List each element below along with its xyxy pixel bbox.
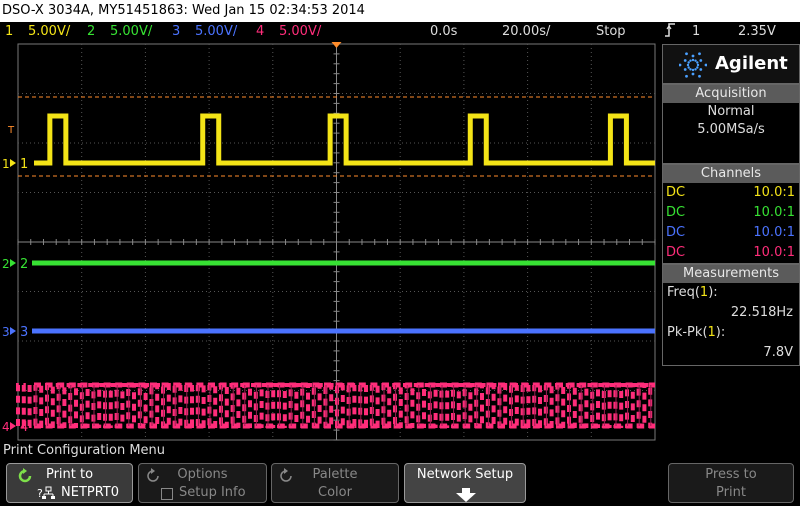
ch2-number: 2 — [87, 24, 96, 39]
pkpk-value: 7.8V — [763, 345, 793, 360]
palette-value: Color — [318, 485, 352, 500]
acquisition-rate: 5.00MSa/s — [697, 122, 765, 137]
acquisition-mode: Normal — [707, 104, 755, 119]
print-to-label: Print to — [45, 467, 94, 482]
ch2-marker: 2 — [2, 257, 10, 271]
ch2-scale: 5.00V/ — [110, 24, 153, 39]
delay-value: 0.0s — [430, 24, 458, 39]
palette-label: Palette — [312, 467, 358, 482]
ch4-coupling: DC — [666, 245, 686, 260]
press-to-print-softkey[interactable]: Press to Print — [668, 463, 794, 503]
press-to-label: Press to — [705, 467, 757, 482]
ch4-marker: 4 — [2, 420, 10, 434]
agilent-spark-logo — [678, 51, 708, 83]
ch2-probe: 10.0:1 — [753, 205, 795, 220]
ch3-marker-label: 3 — [20, 325, 28, 340]
down-arrow-icon — [454, 488, 478, 506]
print-to-value: NETPRT0 — [61, 485, 120, 500]
freq-value-row: 22.518Hz — [663, 303, 799, 323]
menu-title: Print Configuration Menu — [0, 442, 800, 460]
status-bar: 1 5.00V/ 2 5.00V/ 3 5.00V/ 4 5.00V/ 0.0s… — [0, 22, 800, 42]
brand-name: Agilent — [715, 53, 788, 74]
freq-label: Freq — [667, 285, 695, 300]
trigger-source: 1 — [692, 24, 701, 39]
network-icon: ? — [37, 486, 55, 504]
trigger-level-marker: T — [7, 125, 15, 136]
freq-value: 22.518Hz — [730, 305, 793, 320]
graticule-svg: 1 1 2 2 3 3 4 4 T — [0, 42, 660, 442]
ch4-marker-label: 4 — [20, 420, 28, 435]
ch1-marker-label: 1 — [20, 157, 28, 172]
acquisition-box[interactable]: Acquisition Normal 5.00MSa/s — [662, 84, 800, 164]
palette-softkey[interactable]: Palette Color — [271, 463, 399, 503]
measurements-box[interactable]: Measurements Freq(1): 22.518Hz Pk-Pk(1):… — [662, 264, 800, 366]
network-setup-label: Network Setup — [416, 467, 514, 482]
setup-info-checkbox[interactable] — [161, 488, 173, 500]
pkpk-value-row: 7.8V — [663, 343, 799, 363]
ch4-number: 4 — [256, 24, 265, 39]
ch4-scale: 5.00V/ — [279, 24, 322, 39]
ch1-scale: 5.00V/ — [28, 24, 71, 39]
ch3-probe: 10.0:1 — [753, 225, 795, 240]
pkpk-channel: 1 — [707, 325, 716, 340]
title-text: DSO-X 3034A, MY51451863: Wed Jan 15 02:3… — [2, 3, 365, 18]
network-setup-softkey[interactable]: Network Setup — [404, 463, 526, 503]
waveform-display[interactable]: 11 22 33 44 T — [0, 42, 660, 442]
ch1-number: 1 — [5, 24, 14, 39]
channel-row-2: DC 10.0:1 — [663, 203, 799, 223]
channel-row-4: DC 10.0:1 — [663, 243, 799, 263]
channel-row-3: DC 10.0:1 — [663, 223, 799, 243]
options-label: Options — [177, 467, 228, 482]
ch3-coupling: DC — [666, 225, 686, 240]
ch2-marker-label: 2 — [20, 257, 28, 272]
ch1-marker: 1 — [2, 157, 10, 171]
pkpk-label: Pk-Pk — [667, 325, 703, 340]
brand-box: Agilent — [662, 44, 800, 84]
side-panel: Agilent Acquisition Normal 5.00MSa/s Cha… — [660, 42, 800, 442]
measurements-header: Measurements — [663, 265, 799, 283]
channels-header: Channels — [663, 165, 799, 183]
ch3-scale: 5.00V/ — [195, 24, 238, 39]
freq-label-row: Freq(1): — [667, 285, 718, 300]
freq-channel: 1 — [699, 285, 709, 300]
options-softkey[interactable]: Options Setup Info — [138, 463, 267, 503]
print-to-softkey[interactable]: Print to ? NETPRT0 — [6, 463, 133, 503]
ch1-coupling: DC — [666, 185, 686, 200]
acquisition-header: Acquisition — [663, 85, 799, 103]
ch3-marker: 3 — [2, 325, 10, 339]
ch1-probe: 10.0:1 — [753, 185, 795, 200]
run-state: Stop — [596, 24, 626, 39]
channel-row-1: DC 10.0:1 — [663, 183, 799, 203]
timebase-value: 20.00s/ — [502, 24, 551, 39]
trigger-level: 2.35V — [738, 24, 776, 39]
pkpk-label-row: Pk-Pk(1): — [667, 325, 726, 340]
setup-info-label: Setup Info — [179, 485, 246, 500]
title-bar: DSO-X 3034A, MY51451863: Wed Jan 15 02:3… — [0, 0, 800, 22]
softkey-bar: Print to ? NETPRT0 Options Setup Info Pa… — [0, 460, 800, 503]
ch4-probe: 10.0:1 — [753, 245, 795, 260]
ch3-number: 3 — [172, 24, 181, 39]
channels-box[interactable]: Channels DC 10.0:1 DC 10.0:1 DC 10.0:1 D… — [662, 164, 800, 264]
ch2-coupling: DC — [666, 205, 686, 220]
print-label: Print — [716, 485, 746, 500]
